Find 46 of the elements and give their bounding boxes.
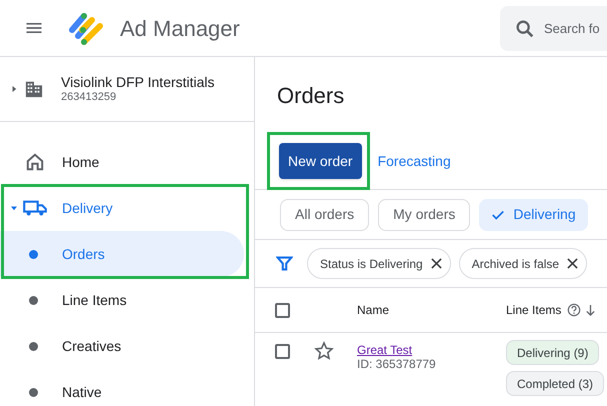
filter-chip[interactable]: Archived is false (458, 248, 588, 279)
checkbox[interactable] (275, 302, 290, 318)
column-header[interactable]: Line Items (506, 301, 562, 319)
close-icon[interactable] (567, 258, 578, 269)
close-icon[interactable] (430, 258, 442, 269)
search-field[interactable]: Search fo (500, 6, 607, 50)
order-name-link[interactable]: Great Test (357, 343, 412, 357)
view-chip[interactable]: My orders (378, 198, 470, 230)
nav-item[interactable]: Home (62, 152, 100, 172)
nav-item[interactable]: Line Items (62, 290, 127, 310)
bullet-icon (29, 342, 38, 350)
account-name: Visiolink DFP Interstitials (61, 74, 215, 91)
new-order-button[interactable]: New order (279, 143, 362, 179)
view-chip[interactable]: All orders (280, 198, 370, 230)
help-icon[interactable] (567, 303, 582, 317)
account-id: 263413259 (61, 91, 118, 104)
bullet-icon (29, 388, 38, 396)
nav-subitem-selected[interactable]: Orders (0, 231, 244, 277)
nav-item[interactable]: Creatives (62, 336, 122, 356)
nav-subitem-row[interactable]: Creatives (0, 323, 254, 369)
caret-down-icon[interactable] (11, 205, 17, 211)
search-icon (514, 18, 536, 40)
status-pill: Delivering (9) (506, 340, 600, 365)
order-id: ID: 365378779 (357, 357, 437, 371)
bullet-icon (29, 250, 38, 258)
building-icon (24, 80, 44, 98)
sort-arrow-icon[interactable] (585, 304, 596, 316)
app-title: Ad Manager (120, 14, 240, 43)
caret-right-icon[interactable] (11, 86, 17, 92)
nav-item[interactable]: Native (62, 382, 102, 402)
nav-item[interactable]: Delivery (62, 198, 113, 218)
page-title: Orders (276, 82, 346, 110)
nav-subitem-row[interactable]: Native (0, 369, 254, 406)
truck-icon (22, 199, 48, 217)
checkbox[interactable] (275, 344, 290, 359)
nav-item[interactable]: Orders (62, 244, 105, 264)
star-icon[interactable] (314, 341, 334, 361)
filter-chip[interactable]: Status is Delivering (307, 248, 451, 279)
home-icon (26, 153, 44, 171)
column-header[interactable]: Name (357, 301, 390, 319)
bullet-icon (29, 296, 38, 304)
view-chip[interactable]: Delivering (479, 198, 588, 230)
nav-subitem-row[interactable]: Line Items (0, 277, 254, 323)
filter-icon[interactable] (276, 255, 293, 272)
status-pill: Completed (3) (506, 371, 604, 396)
forecasting-link[interactable]: Forecasting (378, 150, 451, 172)
